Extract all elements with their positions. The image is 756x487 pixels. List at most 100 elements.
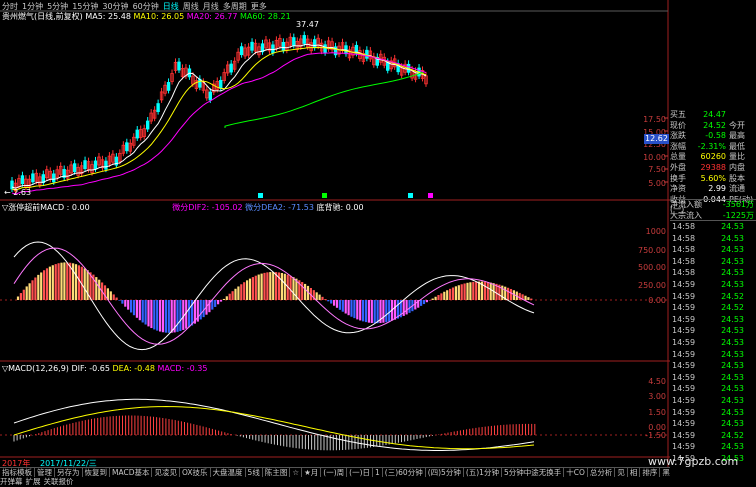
ind1-title-line: ▽涨停超前MACD : 0.00 微分DIF2: -105.02 微分DEA2:… <box>2 203 364 213</box>
bottom-btn-0[interactable]: 开弹幕 <box>0 477 23 487</box>
ind1-histogram-bar <box>118 300 121 301</box>
tick-time: 14:58 <box>672 268 696 278</box>
ind1-histogram-bar <box>231 291 234 300</box>
ind1-histogram-bar <box>60 262 63 300</box>
tick-row: 14:59 24.53 <box>670 418 756 430</box>
template-tab-22[interactable]: 相 <box>628 468 641 477</box>
tick-row: 14:59 24.53 <box>670 314 756 326</box>
template-tab-14[interactable]: 1 <box>373 468 383 477</box>
ind1-histogram-bar <box>518 292 521 300</box>
ind1-histogram-bar <box>263 272 266 300</box>
ind1-histogram-bar <box>454 286 457 300</box>
template-tab-16[interactable]: (四)5分钟 <box>426 468 464 477</box>
period-tab-8[interactable]: 月线 <box>203 1 219 11</box>
template-tab-10[interactable]: ☆ <box>290 468 303 477</box>
tick-row: 14:59 24.52 <box>670 302 756 314</box>
axis-tick: 5.00 <box>648 179 666 188</box>
bottom-btn-2[interactable]: 关联报价 <box>44 477 74 487</box>
ind1-histogram-bar <box>393 300 397 320</box>
tick-row: 14:59 24.52 <box>670 291 756 303</box>
template-tab-5[interactable]: 见凌见 <box>152 468 180 477</box>
ind1-histogram-bar <box>469 282 472 300</box>
tick-price: 24.53 <box>721 372 744 382</box>
quote-value: 29388 <box>700 162 726 172</box>
template-tab-15[interactable]: (三)60分钟 <box>383 468 426 477</box>
ind1-histogram-bar <box>451 287 455 300</box>
quote-panel: 买五 24.47 现价 24.52 今开 涨跌 -0.58 最高 涨幅 -2.31% 最低 总量 602… <box>670 110 756 214</box>
tick-row: 14:59 24.53 <box>670 279 756 291</box>
period-tab-2[interactable]: 5分钟 <box>47 1 68 11</box>
ind1-histogram-bar <box>434 296 437 300</box>
ind1-histogram-bar <box>40 272 43 300</box>
ind1-histogram-bar <box>115 297 118 300</box>
bottom-btn-1[interactable]: 扩展 <box>26 477 41 487</box>
ind1-histogram-bar <box>388 300 391 322</box>
tick-time: 14:59 <box>672 291 696 301</box>
template-tab-11[interactable]: ★月 <box>302 468 322 477</box>
ind1-divergence: 底背驰: 0.00 <box>316 203 364 212</box>
tick-price: 24.53 <box>721 314 744 324</box>
template-tab-18[interactable]: 5分钟中途无换手 <box>502 468 565 477</box>
template-tab-0[interactable]: 指标模板 <box>0 468 35 477</box>
template-tab-8[interactable]: 5线 <box>246 468 263 477</box>
template-tab-24[interactable]: 黑马均 <box>660 468 670 477</box>
axis-tick: 0.00 <box>648 296 666 305</box>
period-tab-0[interactable]: 分时 <box>2 1 18 11</box>
quote-value: 60260 <box>700 152 726 162</box>
template-tab-6[interactable]: OX技乐 <box>180 468 211 477</box>
current-price-tag: 12.62 <box>644 134 669 144</box>
tick-time: 14:59 <box>672 384 696 394</box>
period-tab-4[interactable]: 30分钟 <box>102 1 128 11</box>
ind1-histogram-bar <box>141 300 144 323</box>
ind1-histogram-bar <box>530 298 533 300</box>
tick-list-panel[interactable]: 14:58 24.53 14:58 24.53 14:58 24.53 14:58 24.53… <box>670 220 756 464</box>
period-tab-3[interactable]: 15分钟 <box>72 1 98 11</box>
ma20-line <box>11 52 427 195</box>
template-tab-2[interactable]: 另存为 <box>55 468 83 477</box>
template-tab-20[interactable]: 总分析 <box>588 468 616 477</box>
tick-time: 14:58 <box>672 233 696 243</box>
template-tab-9[interactable]: 陈主图 <box>263 468 291 477</box>
ind1-histogram-bar <box>202 300 205 318</box>
ind1-histogram-bar <box>509 288 513 300</box>
template-tab-7[interactable]: 大盘温度 <box>211 468 246 477</box>
quote-key2: 最低 <box>729 141 745 151</box>
quote-row: 现价 24.52 今开 <box>670 121 756 132</box>
tick-price: 24.53 <box>721 245 744 255</box>
ind1-histogram-bar <box>135 300 138 318</box>
period-tab-7[interactable]: 周线 <box>183 1 199 11</box>
kline-chart-area[interactable] <box>0 0 670 467</box>
template-tab-13[interactable]: (一)日 <box>347 468 374 477</box>
quote-key2: 流通 <box>729 184 745 194</box>
period-tab-5[interactable]: 60分钟 <box>133 1 159 11</box>
ind1-histogram-bar <box>153 300 156 330</box>
ind1-histogram-bar <box>237 286 240 300</box>
ind1-histogram-bar <box>48 266 51 300</box>
period-tab-6[interactable]: 日线 <box>163 1 179 11</box>
template-tab-17[interactable]: (五)1分钟 <box>464 468 502 477</box>
template-tab-3[interactable]: 恢复到 <box>83 468 110 477</box>
period-selector: 分时 1分钟 5分钟 15分钟 30分钟 60分钟 日线 周线 月线 多周期 更多 <box>2 1 267 11</box>
period-tab-1[interactable]: 1分钟 <box>22 1 43 11</box>
period-tab-9[interactable]: 多周期 <box>223 1 247 11</box>
axis-tick: 7.50 <box>648 165 666 174</box>
ind1-histogram-bar <box>269 272 272 300</box>
ind1-dea2: 微分DEA2: -71.53 <box>245 203 314 212</box>
tick-price: 24.53 <box>721 442 744 452</box>
template-tab-23[interactable]: 排序 <box>640 468 661 477</box>
tick-row: 14:59 24.53 <box>670 372 756 384</box>
ind1-histogram-bar <box>420 300 423 306</box>
template-tab-12[interactable]: (一)周 <box>321 468 348 477</box>
ind1-histogram-bar <box>289 275 292 300</box>
template-tab-4[interactable]: MACD基本 <box>110 468 153 477</box>
ind2-dea: DEA: -0.48 <box>112 364 155 373</box>
quote-key: 现价 <box>670 120 686 130</box>
ind1-histogram-bar <box>219 300 223 302</box>
template-tab-1[interactable]: 管理 <box>35 468 55 477</box>
period-tab-10[interactable]: 更多 <box>251 1 267 11</box>
template-tab-19[interactable]: 十CO <box>564 468 588 477</box>
ma60-line <box>224 71 424 128</box>
template-tab-21[interactable]: 见 <box>615 468 628 477</box>
ind1-histogram-bar <box>443 291 446 300</box>
quote-key: 涨幅 <box>670 141 686 151</box>
